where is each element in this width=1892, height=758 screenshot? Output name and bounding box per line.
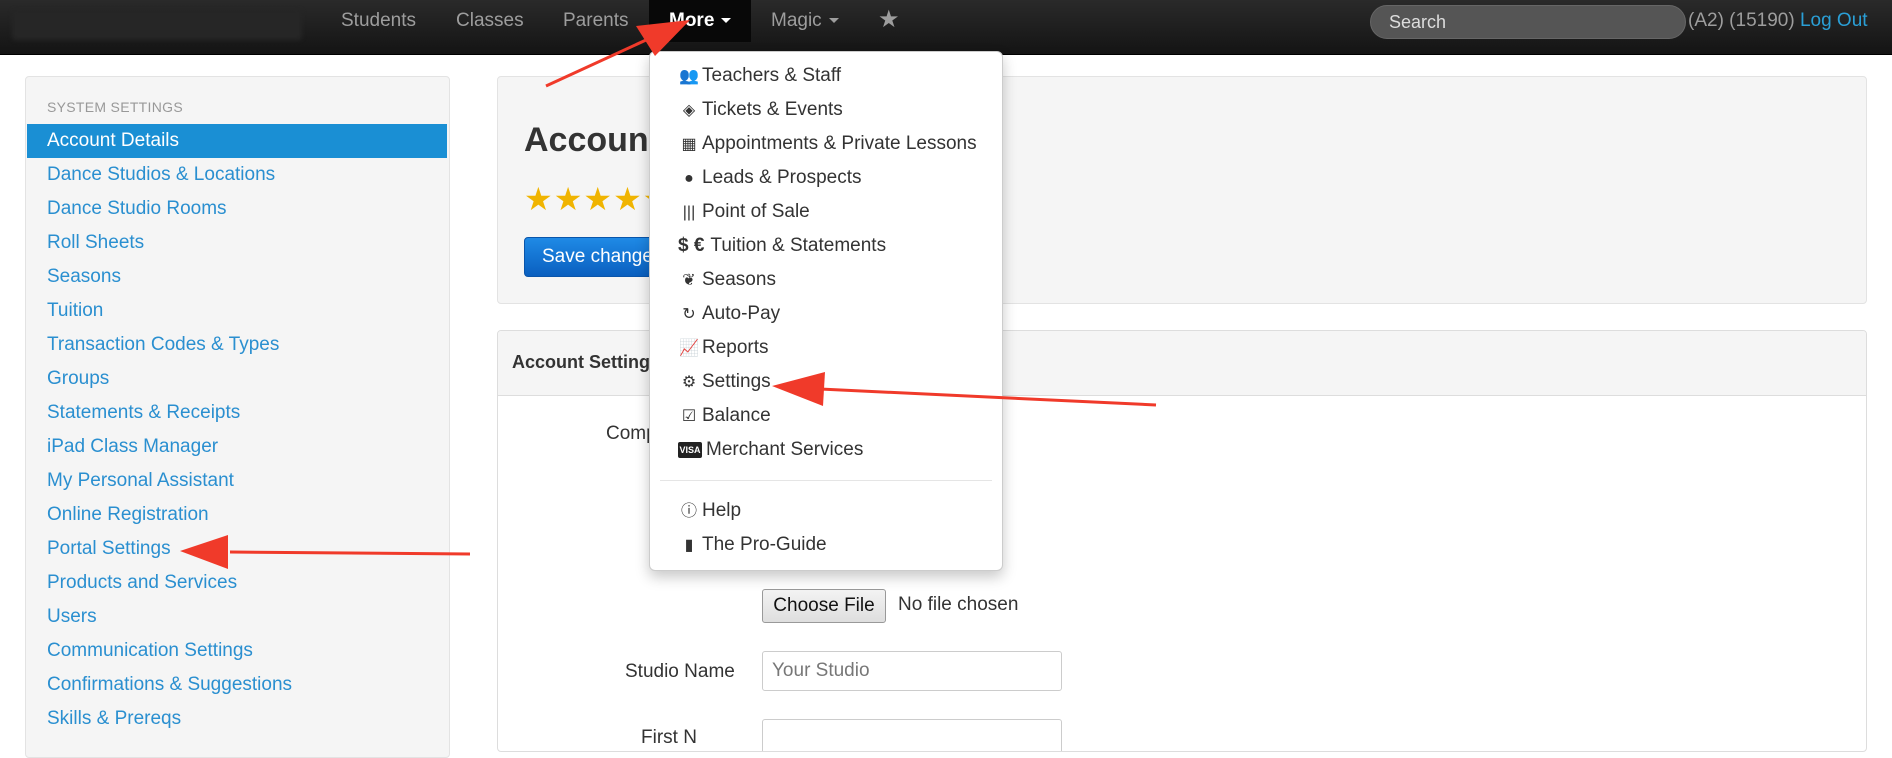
menu-item-label: Seasons bbox=[702, 269, 776, 290]
menu-item-settings[interactable]: ⚙ Settings bbox=[650, 366, 1002, 398]
sidebar-item-transaction-codes[interactable]: Transaction Codes & Types bbox=[27, 328, 447, 362]
account-id-text: (A2) (15190) bbox=[1688, 10, 1795, 31]
menu-item-label: Tickets & Events bbox=[702, 99, 843, 120]
menu-item-label: Help bbox=[702, 500, 742, 521]
nav-students[interactable]: Students bbox=[341, 0, 416, 42]
menu-item-label: Appointments & Private Lessons bbox=[702, 133, 977, 154]
menu-item-appointments[interactable]: ▦ Appointments & Private Lessons bbox=[650, 128, 1002, 160]
sidebar-item-roll-sheets[interactable]: Roll Sheets bbox=[27, 226, 447, 260]
settings-sidebar: SYSTEM SETTINGS Account Details Dance St… bbox=[25, 76, 450, 758]
logout-link[interactable]: Log Out bbox=[1800, 10, 1868, 31]
leaf-icon: ❦ bbox=[682, 272, 696, 289]
nav-more-label: More bbox=[669, 10, 715, 31]
menu-item-help[interactable]: ⓘ Help bbox=[650, 495, 1002, 527]
menu-item-balance[interactable]: ☑ Balance bbox=[650, 400, 1002, 432]
sidebar-item-online-registration[interactable]: Online Registration bbox=[27, 498, 447, 532]
sidebar-item-groups[interactable]: Groups bbox=[27, 362, 447, 396]
caret-down-icon bbox=[721, 18, 732, 24]
sidebar-item-ipad-class-manager[interactable]: iPad Class Manager bbox=[27, 430, 447, 464]
menu-item-label: Reports bbox=[702, 337, 769, 358]
sidebar-item-personal-assistant[interactable]: My Personal Assistant bbox=[27, 464, 447, 498]
menu-item-auto-pay[interactable]: ↻ Auto-Pay bbox=[650, 298, 1002, 330]
user-info: (A2) (15190) Log Out bbox=[1688, 0, 1868, 42]
studio-name-label: Studio Name bbox=[625, 661, 735, 682]
menu-item-label: Point of Sale bbox=[702, 201, 810, 222]
sidebar-item-seasons[interactable]: Seasons bbox=[27, 260, 447, 294]
menu-item-seasons[interactable]: ❦ Seasons bbox=[650, 264, 1002, 296]
top-navbar: Students Classes Parents More Magic ★ Se… bbox=[0, 0, 1892, 55]
choose-file-button[interactable]: Choose File bbox=[762, 589, 886, 623]
menu-item-label: Balance bbox=[702, 405, 771, 426]
menu-item-teachers-staff[interactable]: 👥 Teachers & Staff bbox=[650, 60, 1002, 92]
sidebar-item-tuition[interactable]: Tuition bbox=[27, 294, 447, 328]
menu-item-tuition-statements[interactable]: $ € Tuition & Statements bbox=[650, 230, 1002, 262]
sidebar-item-portal-settings[interactable]: Portal Settings bbox=[27, 532, 447, 566]
file-status-text: No file chosen bbox=[898, 594, 1019, 615]
menu-item-tickets-events[interactable]: ◈ Tickets & Events bbox=[650, 94, 1002, 126]
page-title: Account bbox=[524, 121, 660, 159]
studio-name-input[interactable]: Your Studio bbox=[762, 651, 1062, 691]
map-marker-icon: ● bbox=[684, 170, 694, 187]
nav-magic-label: Magic bbox=[771, 10, 822, 31]
sidebar-item-account-details[interactable]: Account Details bbox=[27, 124, 447, 158]
barcode-icon: ||| bbox=[682, 204, 696, 221]
menu-divider bbox=[660, 480, 992, 481]
book-icon: ▮ bbox=[684, 537, 694, 554]
menu-item-merchant-services[interactable]: VISA Merchant Services bbox=[650, 434, 1002, 466]
visa-card-icon: VISA bbox=[678, 441, 702, 458]
gears-icon: ⚙ bbox=[681, 374, 697, 391]
menu-item-label: The Pro-Guide bbox=[702, 534, 827, 555]
menu-item-pro-guide[interactable]: ▮ The Pro-Guide bbox=[650, 529, 1002, 561]
menu-item-label: Leads & Prospects bbox=[702, 167, 862, 188]
menu-item-label: Auto-Pay bbox=[702, 303, 781, 324]
nav-magic-dropdown[interactable]: Magic bbox=[771, 0, 839, 42]
search-input[interactable]: Search bbox=[1370, 5, 1686, 39]
menu-item-label: Merchant Services bbox=[706, 439, 864, 460]
sidebar-item-dance-studio-rooms[interactable]: Dance Studio Rooms bbox=[27, 192, 447, 226]
menu-item-leads-prospects[interactable]: ● Leads & Prospects bbox=[650, 162, 1002, 194]
sidebar-item-dance-studios-locations[interactable]: Dance Studios & Locations bbox=[27, 158, 447, 192]
more-dropdown-menu: 👥 Teachers & Staff ◈ Tickets & Events ▦ App… bbox=[649, 51, 1003, 571]
first-name-input[interactable] bbox=[762, 719, 1062, 751]
first-name-label: First N bbox=[641, 727, 697, 748]
ticket-icon: ◈ bbox=[682, 102, 696, 119]
refresh-icon: ↻ bbox=[682, 306, 696, 323]
menu-item-label: Tuition & Statements bbox=[710, 235, 887, 256]
panel-heading-title: Account Settings bbox=[512, 352, 661, 372]
sidebar-header: SYSTEM SETTINGS bbox=[47, 99, 183, 115]
nav-classes[interactable]: Classes bbox=[456, 0, 524, 42]
info-circle-icon: ⓘ bbox=[680, 503, 697, 520]
favorites-star-icon[interactable]: ★ bbox=[878, 0, 900, 42]
check-square-icon: ☑ bbox=[681, 408, 697, 425]
sidebar-item-confirmations-suggestions[interactable]: Confirmations & Suggestions bbox=[27, 668, 447, 702]
sidebar-item-skills-prereqs[interactable]: Skills & Prereqs bbox=[27, 702, 447, 736]
calendar-icon: ▦ bbox=[681, 136, 697, 153]
sidebar-item-statements-receipts[interactable]: Statements & Receipts bbox=[27, 396, 447, 430]
nav-more-dropdown[interactable]: More bbox=[649, 0, 752, 42]
brand-logo-redacted[interactable] bbox=[12, 10, 302, 40]
menu-item-point-of-sale[interactable]: ||| Point of Sale bbox=[650, 196, 1002, 228]
caret-down-icon bbox=[828, 18, 839, 24]
sidebar-item-products-services[interactable]: Products and Services bbox=[27, 566, 447, 600]
menu-item-label: Settings bbox=[702, 371, 771, 392]
nav-parents[interactable]: Parents bbox=[563, 0, 628, 42]
sidebar-item-users[interactable]: Users bbox=[27, 600, 447, 634]
menu-item-label: Teachers & Staff bbox=[702, 65, 842, 86]
users-icon: 👥 bbox=[679, 68, 699, 85]
currency-icon: $ € bbox=[678, 235, 705, 256]
sidebar-item-communication-settings[interactable]: Communication Settings bbox=[27, 634, 447, 668]
line-chart-icon: 📈 bbox=[679, 340, 699, 357]
menu-item-reports[interactable]: 📈 Reports bbox=[650, 332, 1002, 364]
